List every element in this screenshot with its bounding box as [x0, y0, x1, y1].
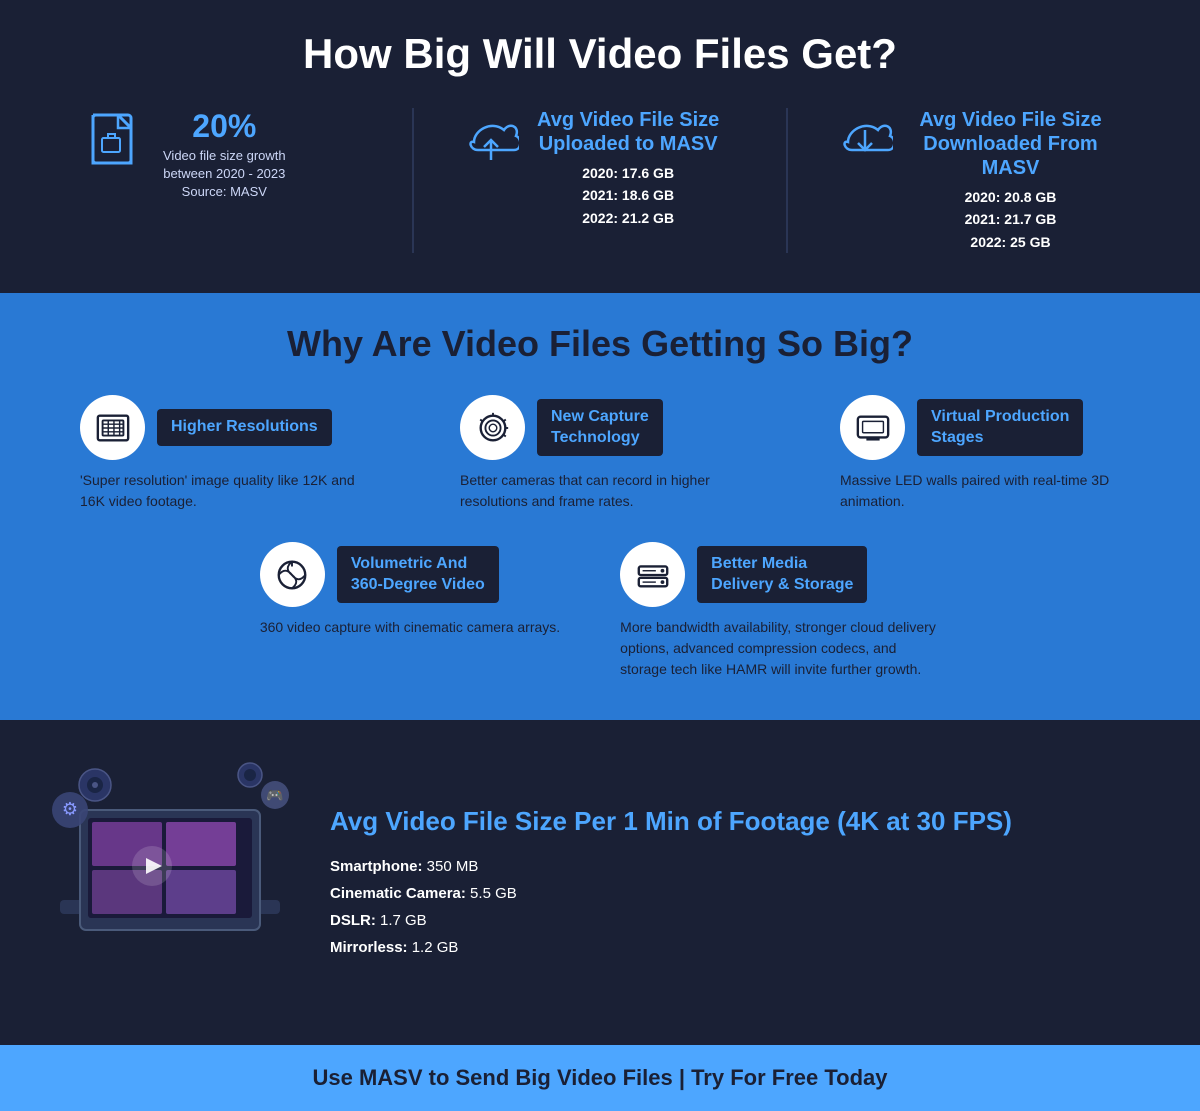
media-delivery-label: Better MediaDelivery & Storage	[697, 546, 867, 604]
reason-media-delivery: Better MediaDelivery & Storage More band…	[620, 542, 940, 680]
reason-media-delivery-top: Better MediaDelivery & Storage	[620, 542, 867, 607]
avg-size-title: Avg Video File Size Per 1 Min of Footage…	[330, 805, 1012, 839]
avg-mirrorless: Mirrorless: 1.2 GB	[330, 934, 1012, 961]
downloaded-2020: 2020: 20.8 GB	[911, 186, 1110, 208]
header-section: How Big Will Video Files Get? 20% Video …	[0, 0, 1200, 293]
avg-size-section: ⚙ 🎮 Avg Video File Size Per 1 Min of Foo…	[0, 720, 1200, 1045]
downloaded-title: Avg Video File SizeDownloaded From MASV	[911, 108, 1110, 180]
svg-text:⚙: ⚙	[62, 799, 78, 819]
laptop-graphic: ⚙ 🎮	[40, 760, 300, 1005]
360-icon-circle	[260, 542, 325, 607]
media-delivery-desc: More bandwidth availability, stronger cl…	[620, 617, 940, 680]
svg-text:🎮: 🎮	[266, 787, 283, 803]
avg-cinematic: Cinematic Camera: 5.5 GB	[330, 880, 1012, 907]
resolution-icon-circle	[80, 395, 145, 460]
upload-icon	[464, 112, 519, 179]
storage-icon-circle	[620, 542, 685, 607]
higher-res-label: Higher Resolutions	[157, 409, 332, 446]
footer-section: Use MASV to Send Big Video Files | Try F…	[0, 1045, 1200, 1111]
downloaded-stat: Avg Video File SizeDownloaded From MASV …	[788, 108, 1160, 253]
stats-row: 20% Video file size growthbetween 2020 -…	[40, 108, 1160, 253]
footer-text: Use MASV to Send Big Video Files | Try F…	[20, 1065, 1180, 1091]
camera-icon-circle	[460, 395, 525, 460]
uploaded-text: Avg Video File SizeUploaded to MASV 2020…	[537, 108, 719, 229]
uploaded-stat: Avg Video File SizeUploaded to MASV 2020…	[414, 108, 788, 253]
avg-dslr: DSLR: 1.7 GB	[330, 907, 1012, 934]
reason-virtual-prod: Virtual ProductionStages Massive LED wal…	[840, 395, 1120, 512]
avg-info-block: Avg Video File Size Per 1 Min of Footage…	[330, 805, 1012, 961]
virtual-prod-label: Virtual ProductionStages	[917, 399, 1083, 457]
uploaded-2022: 2022: 21.2 GB	[537, 207, 719, 229]
volumetric-label: Volumetric And360-Degree Video	[337, 546, 499, 604]
reason-virtual-prod-top: Virtual ProductionStages	[840, 395, 1083, 460]
downloaded-text: Avg Video File SizeDownloaded From MASV …	[911, 108, 1110, 253]
virtual-prod-desc: Massive LED walls paired with real-time …	[840, 470, 1120, 512]
uploaded-2020: 2020: 17.6 GB	[537, 162, 719, 184]
downloaded-2022: 2022: 25 GB	[911, 231, 1110, 253]
why-title: Why Are Video Files Getting So Big?	[40, 323, 1160, 365]
growth-text: 20% Video file size growthbetween 2020 -…	[163, 108, 286, 202]
reason-higher-res: Higher Resolutions 'Super resolution' im…	[80, 395, 360, 512]
volumetric-desc: 360 video capture with cinematic camera …	[260, 617, 560, 638]
why-section: Why Are Video Files Getting So Big?	[0, 293, 1200, 720]
reasons-row-2: Volumetric And360-Degree Video 360 video…	[40, 542, 1160, 680]
screen-icon-circle	[840, 395, 905, 460]
download-icon	[838, 112, 893, 179]
downloaded-2021: 2021: 21.7 GB	[911, 208, 1110, 230]
growth-stat: 20% Video file size growthbetween 2020 -…	[40, 108, 414, 253]
growth-percent: 20%	[163, 108, 286, 145]
higher-res-desc: 'Super resolution' image quality like 12…	[80, 470, 360, 512]
reason-volumetric-top: Volumetric And360-Degree Video	[260, 542, 499, 607]
avg-smartphone: Smartphone: 350 MB	[330, 853, 1012, 880]
capture-tech-desc: Better cameras that can record in higher…	[460, 470, 740, 512]
reason-higher-res-top: Higher Resolutions	[80, 395, 332, 460]
reason-capture-tech-top: New CaptureTechnology	[460, 395, 663, 460]
growth-desc: Video file size growthbetween 2020 - 202…	[163, 147, 286, 202]
uploaded-title: Avg Video File SizeUploaded to MASV	[537, 108, 719, 156]
reason-capture-tech: New CaptureTechnology Better cameras tha…	[460, 395, 740, 512]
file-icon	[90, 112, 145, 189]
uploaded-2021: 2021: 18.6 GB	[537, 184, 719, 206]
capture-tech-label: New CaptureTechnology	[537, 399, 663, 457]
reasons-row-1: Higher Resolutions 'Super resolution' im…	[40, 395, 1160, 512]
main-title: How Big Will Video Files Get?	[40, 30, 1160, 78]
reason-volumetric: Volumetric And360-Degree Video 360 video…	[260, 542, 560, 638]
